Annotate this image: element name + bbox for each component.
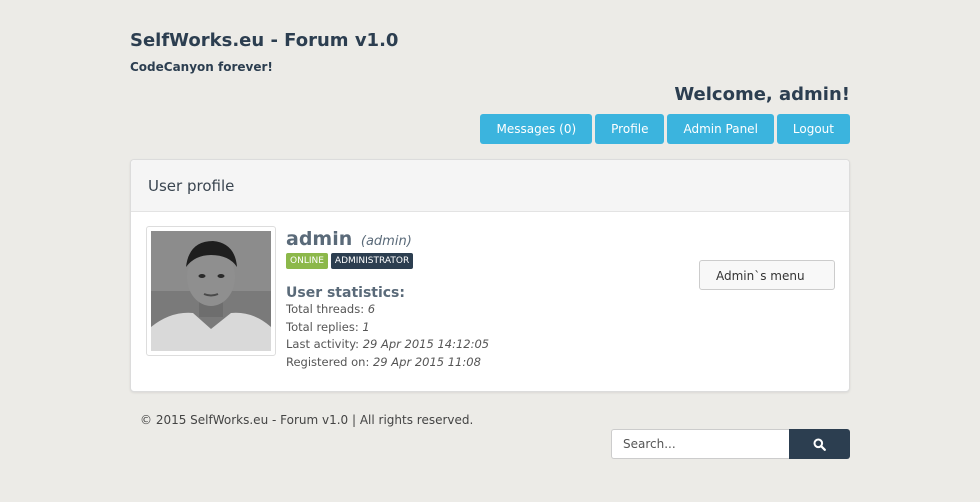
stat-value: 29 Apr 2015 14:12:05 xyxy=(362,337,490,351)
stat-registered-on: Registered on: 29 Apr 2015 11:08 xyxy=(286,354,489,372)
search-icon xyxy=(813,438,826,451)
stat-total-replies: Total replies: 1 xyxy=(286,319,489,337)
admin-menu-button[interactable]: Admin`s menu xyxy=(699,260,835,290)
admin-panel-button[interactable]: Admin Panel xyxy=(667,114,774,144)
stat-total-threads: Total threads: 6 xyxy=(286,301,489,319)
site-title: SelfWorks.eu - Forum v1.0 xyxy=(130,30,399,51)
user-info: admin (admin) ONLINE ADMINISTRATOR User … xyxy=(286,228,489,371)
avatar-photo xyxy=(151,231,271,351)
stat-value: 29 Apr 2015 11:08 xyxy=(372,354,481,369)
welcome-message: Welcome, admin! xyxy=(674,84,850,105)
site-tagline: CodeCanyon forever! xyxy=(130,60,273,74)
search-button[interactable] xyxy=(789,429,850,459)
avatar xyxy=(146,226,276,356)
search-form xyxy=(611,429,850,459)
search-input[interactable] xyxy=(611,429,789,459)
username-line: admin (admin) xyxy=(286,228,489,250)
username: admin xyxy=(286,228,353,250)
stat-label: Last activity: xyxy=(286,337,360,351)
footer-copyright: © 2015 SelfWorks.eu - Forum v1.0 | All r… xyxy=(140,413,474,427)
top-nav: Messages (0) Profile Admin Panel Logout xyxy=(480,114,850,144)
profile-button[interactable]: Profile xyxy=(595,114,665,144)
stat-value: 1 xyxy=(362,319,370,334)
stats-title: User statistics: xyxy=(286,285,405,301)
logout-button[interactable]: Logout xyxy=(776,114,850,144)
messages-button[interactable]: Messages (0) xyxy=(480,114,593,144)
stat-label: Registered on: xyxy=(286,354,370,369)
stat-label: Total replies: xyxy=(286,319,359,334)
status-badges: ONLINE ADMINISTRATOR xyxy=(286,253,489,269)
user-role: (admin) xyxy=(360,234,412,249)
stat-value: 6 xyxy=(367,302,376,316)
online-badge: ONLINE xyxy=(286,253,328,269)
panel-heading: User profile xyxy=(131,160,849,212)
stat-last-activity: Last activity: 29 Apr 2015 14:12:05 xyxy=(286,336,489,354)
stat-label: Total threads: xyxy=(286,302,365,316)
user-profile-panel: User profile admin (admin) ONLINE ADMINI… xyxy=(130,159,850,392)
administrator-badge: ADMINISTRATOR xyxy=(330,253,414,269)
